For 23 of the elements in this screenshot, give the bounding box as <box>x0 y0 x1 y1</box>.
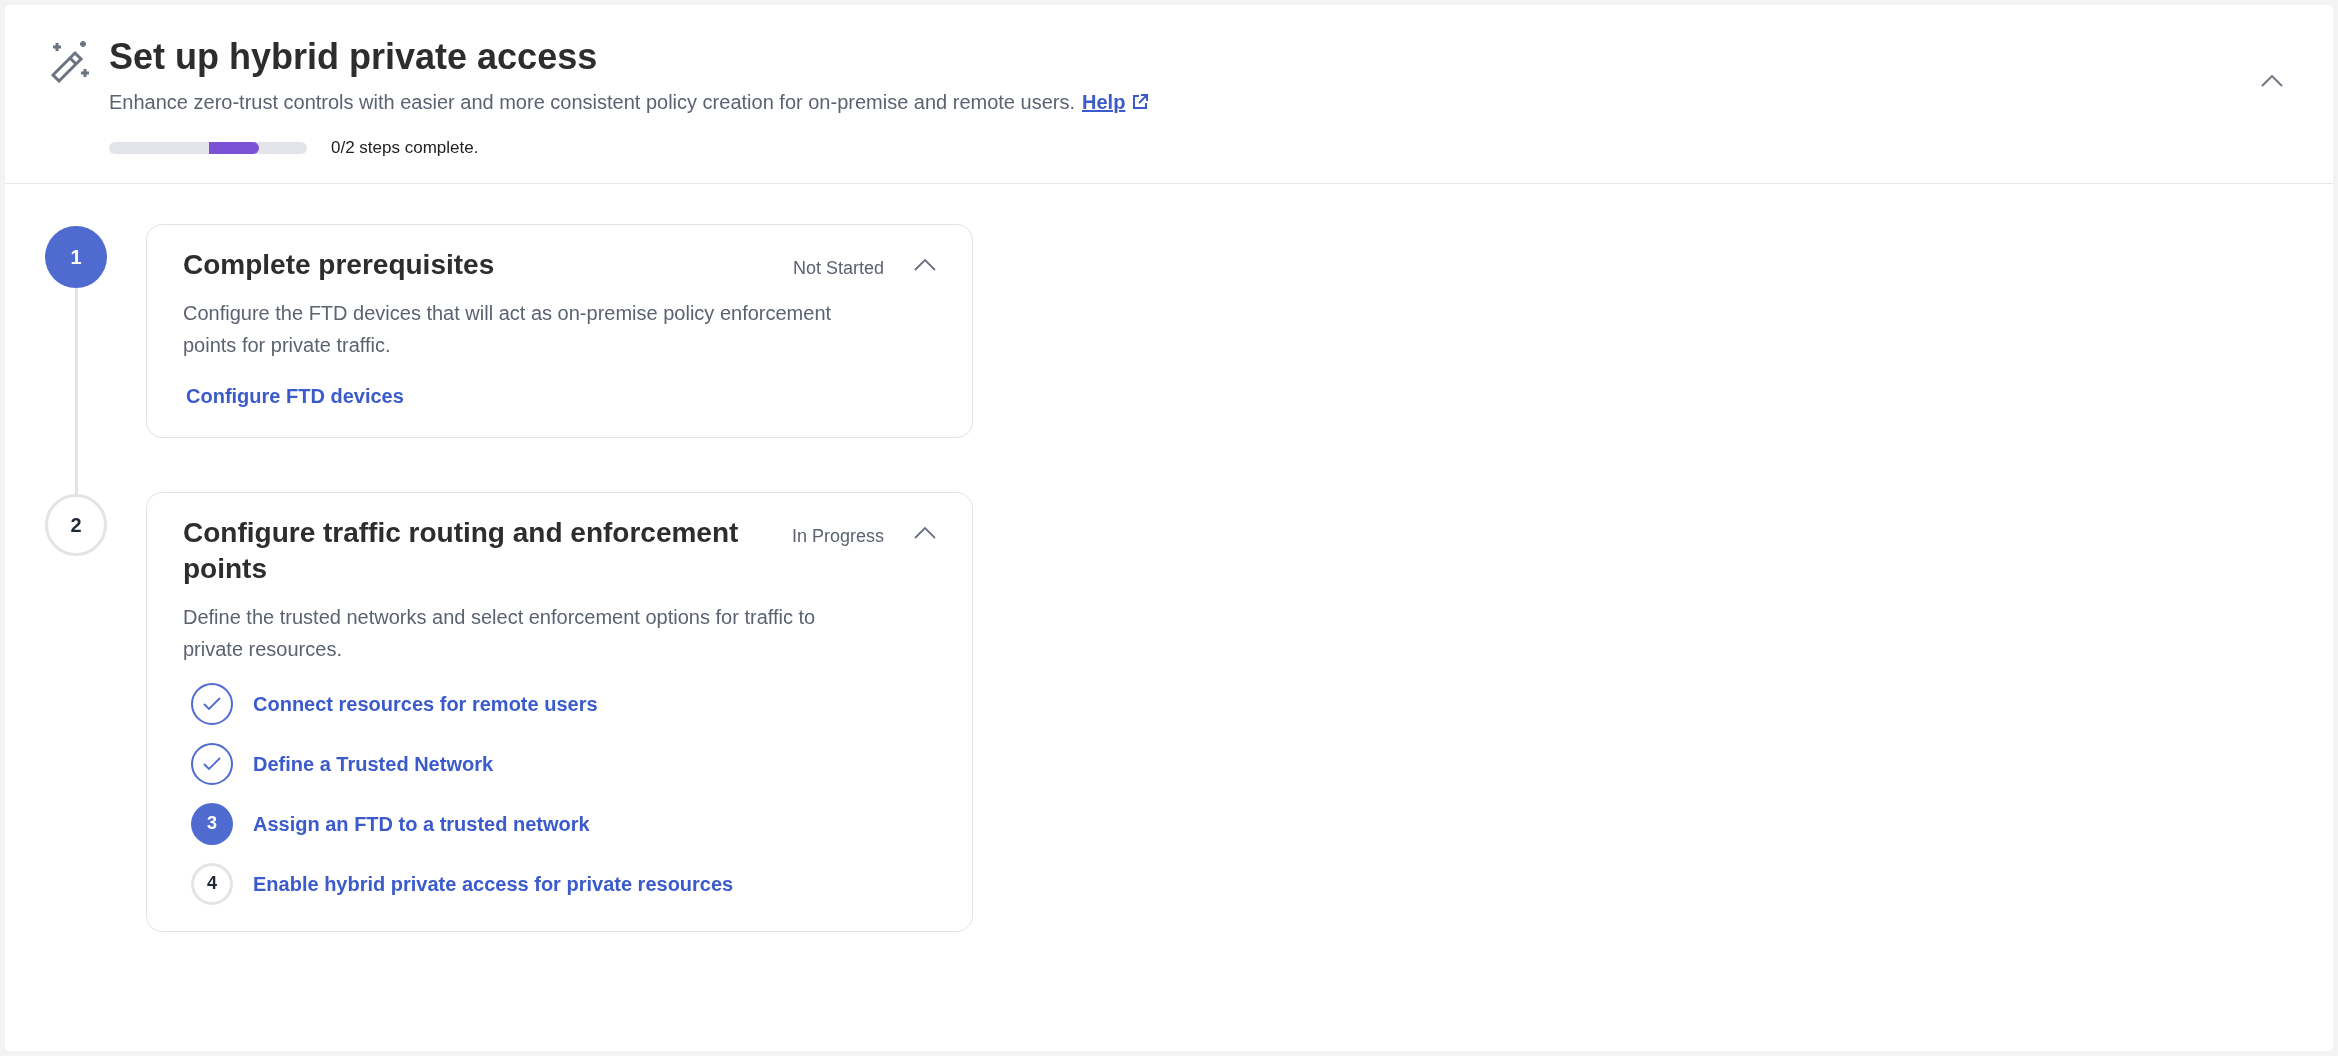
substep-link[interactable]: Define a Trusted Network <box>253 748 494 779</box>
external-link-icon <box>1131 93 1150 111</box>
step-number: 1 <box>45 225 107 288</box>
step-status: Not Started <box>792 256 884 280</box>
collapse-chevron-icon[interactable] <box>914 258 936 271</box>
step-number: 4 <box>191 862 233 905</box>
configure-link[interactable]: Configure FTD devices <box>186 380 404 411</box>
substep-link[interactable]: Enable hybrid private access for private resources <box>253 868 734 899</box>
step-title: Configure traffic routing and enforcement points <box>183 515 740 586</box>
step-description: Configure the FTD devices that will act as on-premise policy enforcement points for private traffic. <box>183 300 833 358</box>
collapse-chevron-icon[interactable] <box>2261 75 2283 87</box>
step-title: Complete prerequisites <box>183 247 496 282</box>
progress-label: 0/2 steps complete. <box>331 137 479 159</box>
page-description: Enhance zero-trust controls with easier and more consistent policy creation for on-premise and remote users. <box>109 90 1075 115</box>
substep-link[interactable]: Connect resources for remote users <box>253 688 598 719</box>
step-number: 2 <box>45 493 107 556</box>
collapse-chevron-icon[interactable] <box>914 526 936 539</box>
step-status: In Progress <box>791 524 884 548</box>
step-number: 3 <box>191 802 233 845</box>
help-link[interactable]: Help <box>1082 87 1150 117</box>
step-description: Define the trusted networks and select enforcement options for traffic to private resources. <box>183 604 817 662</box>
page-title: Set up hybrid private access <box>109 35 599 79</box>
substep-link[interactable]: Assign an FTD to a trusted network <box>253 808 590 839</box>
